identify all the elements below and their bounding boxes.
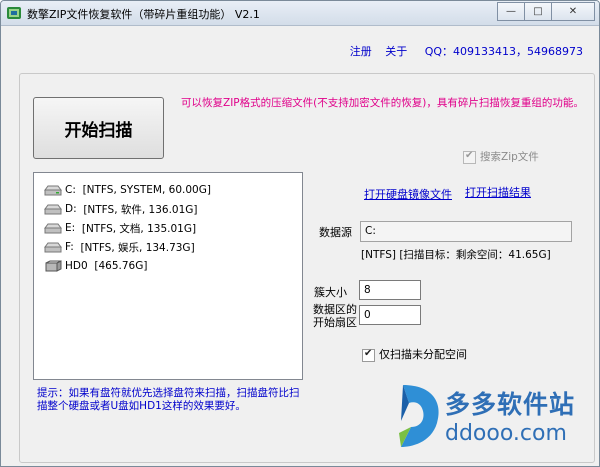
start-sector-label: 数据区的 开始扇区: [313, 303, 357, 329]
drive-item[interactable]: HD0 [465.76G]: [44, 257, 147, 275]
tip-text: 提示：如果有盘符就优先选择盘符来扫描，扫描盘符比扫描整个硬盘或者U盘如HD1这样…: [37, 387, 300, 412]
drive-info: [NTFS, 娱乐, 134.73G]: [80, 241, 195, 254]
close-icon: ✕: [568, 6, 578, 17]
drive-name: F:: [65, 241, 74, 253]
start-scan-button[interactable]: 开始扫描: [33, 97, 164, 159]
search-zip-option[interactable]: 搜索Zip文件: [463, 149, 539, 164]
app-icon: [7, 7, 21, 19]
cluster-size-input[interactable]: 8: [359, 280, 421, 300]
qq-text: QQ：409133413，54968973: [424, 45, 583, 58]
drive-icon: [44, 204, 62, 215]
watermark-text: 多多软件站: [445, 390, 576, 419]
drive-name: E:: [65, 222, 76, 234]
drive-name: D:: [65, 203, 77, 215]
window-controls: — □ ✕: [497, 2, 595, 21]
minimize-icon: —: [506, 6, 516, 17]
drive-info: [NTFS, SYSTEM, 60.00G]: [82, 184, 211, 196]
watermark-logo-icon: [399, 385, 439, 447]
cluster-size-label: 簇大小: [314, 286, 347, 299]
watermark: 多多软件站 ddooo.com: [397, 381, 587, 461]
open-image-link[interactable]: 打开硬盘镜像文件: [364, 186, 452, 202]
drive-item[interactable]: E: [NTFS, 文档, 135.01G]: [44, 219, 196, 237]
unallocated-label: 仅扫描未分配空间: [379, 348, 467, 361]
drive-item[interactable]: F: [NTFS, 娱乐, 134.73G]: [44, 238, 195, 256]
register-link[interactable]: 注册: [350, 45, 372, 58]
open-results-link[interactable]: 打开扫描结果: [465, 184, 531, 200]
unallocated-option[interactable]: 仅扫描未分配空间: [362, 346, 467, 362]
drive-name: HD0: [65, 260, 88, 272]
maximize-icon: □: [533, 6, 543, 17]
minimize-button[interactable]: —: [497, 2, 525, 21]
start-sector-input[interactable]: 0: [359, 305, 421, 325]
title-bar[interactable]: 数擎ZIP文件恢复软件（带碎片重组功能） V2.1 — □ ✕: [1, 1, 599, 26]
search-zip-label: 搜索Zip文件: [480, 151, 539, 163]
source-label: 数据源: [319, 226, 352, 239]
window-title: 数擎ZIP文件恢复软件（带碎片重组功能） V2.1: [27, 8, 260, 21]
hard-disk-icon: [45, 260, 62, 272]
drive-tree[interactable]: C: [NTFS, SYSTEM, 60.00G] D: [NTFS, 软件, …: [33, 172, 303, 380]
drive-info: [NTFS, 文档, 135.01G]: [81, 222, 197, 235]
description-text: 可以恢复ZIP格式的压缩文件(不支持加密文件的恢复)，具有碎片扫描恢复重组的功能…: [181, 97, 584, 109]
maximize-button[interactable]: □: [524, 2, 552, 21]
close-button[interactable]: ✕: [551, 2, 595, 21]
client-area: 注册 关于 QQ：409133413，54968973 开始扫描 可以恢复ZIP…: [7, 29, 595, 463]
drive-icon: [44, 242, 62, 253]
drive-item[interactable]: C: [NTFS, SYSTEM, 60.00G]: [44, 181, 211, 199]
header-links: 注册 关于 QQ：409133413，54968973: [340, 43, 583, 59]
watermark-url: ddooo.com: [445, 421, 567, 446]
source-field: C:: [360, 221, 572, 242]
start-sector-label-line2: 开始扇区: [313, 316, 357, 329]
drive-item[interactable]: D: [NTFS, 软件, 136.01G]: [44, 200, 198, 218]
drive-icon: [44, 185, 62, 196]
drive-info: [NTFS, 软件, 136.01G]: [83, 203, 198, 216]
start-sector-label-line1: 数据区的: [313, 303, 357, 316]
app-window: 数擎ZIP文件恢复软件（带碎片重组功能） V2.1 — □ ✕ 注册 关于 QQ…: [0, 0, 600, 467]
drive-icon: [44, 223, 62, 234]
drive-name: C:: [65, 184, 76, 196]
source-info: [NTFS] [扫描目标：剩余空间：41.65G]: [361, 249, 551, 261]
drive-info: [465.76G]: [94, 260, 148, 272]
unallocated-checkbox[interactable]: [362, 348, 375, 362]
search-zip-checkbox[interactable]: [463, 150, 476, 164]
about-link[interactable]: 关于: [385, 45, 407, 58]
